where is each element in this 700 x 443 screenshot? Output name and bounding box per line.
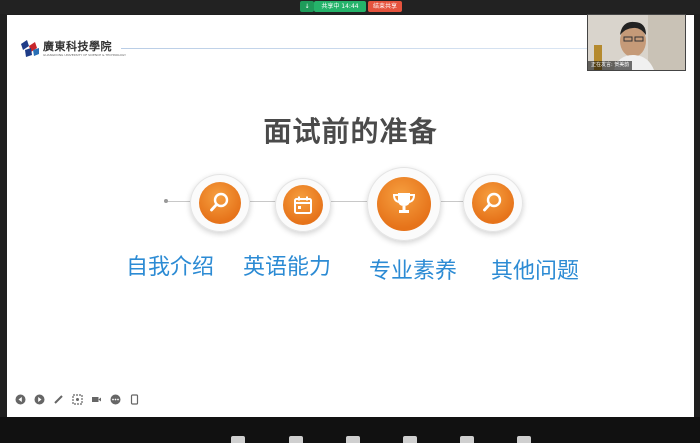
topic-label-professional: 专业素养: [369, 259, 458, 284]
share-icon[interactable]: [346, 436, 360, 443]
header-divider: [121, 48, 591, 49]
pen-icon[interactable]: [53, 394, 64, 405]
stop-share-button[interactable]: 结束共享: [368, 1, 402, 12]
timeline-connector: [438, 201, 464, 202]
topic-label-intro: 自我介绍: [126, 255, 215, 280]
school-logo-icon: [21, 40, 39, 57]
school-name: 廣東科技學院: [43, 40, 112, 53]
topic-circle-intro[interactable]: [190, 174, 250, 232]
topic-circle-professional[interactable]: [367, 167, 441, 241]
tablet-icon[interactable]: [129, 394, 140, 405]
mic-icon[interactable]: [231, 436, 245, 443]
more-icon[interactable]: [110, 394, 121, 405]
timeline-connector: [331, 201, 369, 202]
calendar-icon: [294, 196, 312, 214]
next-icon[interactable]: [34, 394, 45, 405]
share-collapse-button[interactable]: ↓: [300, 1, 314, 12]
speaker-video[interactable]: 正在发言: 贺美韵: [587, 14, 686, 71]
topic-label-other: 其他问题: [491, 259, 580, 284]
prev-icon[interactable]: [15, 394, 26, 405]
search-icon: [210, 192, 229, 212]
share-status[interactable]: 共享中 14:44: [314, 1, 366, 12]
presentation-slide: 廣東科技學院 GUANGDONG UNIVERSITY OF SCIENCE &…: [7, 15, 694, 417]
school-logo: 廣東科技學院 GUANGDONG UNIVERSITY OF SCIENCE &…: [19, 36, 129, 62]
topic-circle-other[interactable]: [463, 174, 523, 232]
search-icon: [483, 192, 502, 212]
meeting-controls-bar: [0, 417, 700, 443]
topic-label-english: 英语能力: [243, 255, 332, 280]
participants-icon[interactable]: [460, 436, 474, 443]
timeline-connector: [248, 201, 276, 202]
trophy-icon: [392, 193, 416, 213]
share-toolbar: ↓ 共享中 14:44 结束共享: [0, 0, 700, 14]
slide-title: 面试前的准备: [263, 115, 438, 148]
school-name-en: GUANGDONG UNIVERSITY OF SCIENCE & TECHNO…: [43, 53, 127, 57]
speaker-caption: 正在发言: 贺美韵: [588, 61, 633, 70]
chat-icon[interactable]: [517, 436, 531, 443]
video-icon[interactable]: [289, 436, 303, 443]
topic-circle-english[interactable]: [275, 178, 331, 232]
record-icon[interactable]: [403, 436, 417, 443]
camera-icon[interactable]: [91, 394, 102, 405]
screenshot-icon[interactable]: [72, 394, 83, 405]
